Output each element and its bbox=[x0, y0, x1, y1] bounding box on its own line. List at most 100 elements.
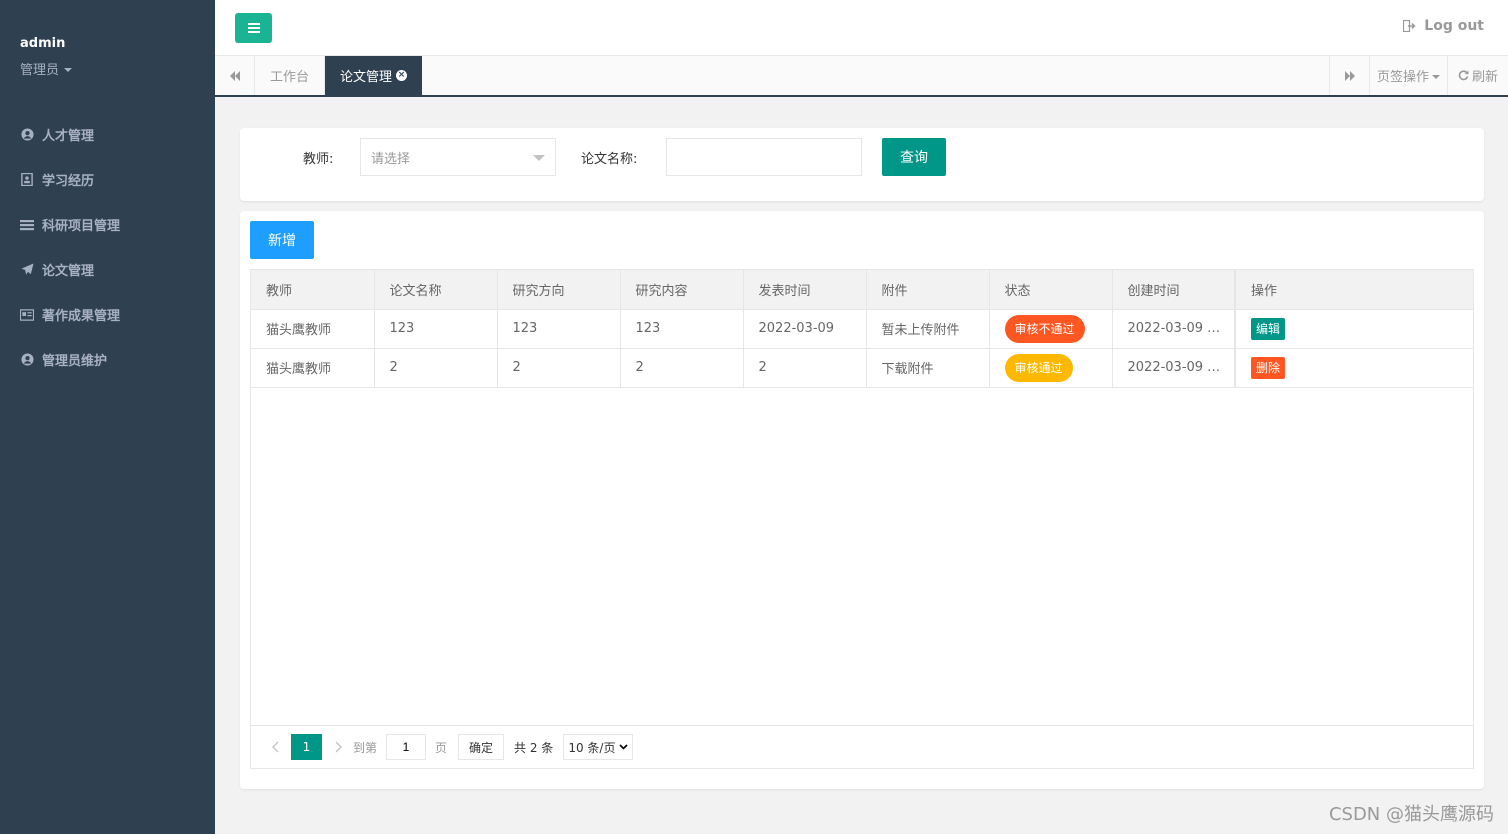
tab-label: 论文管理 bbox=[339, 70, 392, 85]
menu-toggle-button[interactable] bbox=[235, 13, 272, 43]
column-header[interactable]: 状态 bbox=[989, 270, 1113, 310]
book-card-icon bbox=[20, 308, 34, 322]
column-header[interactable]: 操作 bbox=[1234, 270, 1473, 310]
teacher-select-placeholder: 请选择 bbox=[371, 151, 411, 167]
edit-button[interactable]: 编辑 bbox=[1251, 317, 1286, 340]
tab-paper-management[interactable]: 论文管理 × bbox=[325, 56, 422, 95]
sidebar-item-papers[interactable]: 论文管理 bbox=[0, 247, 215, 292]
delete-button[interactable]: 删除 bbox=[1251, 356, 1286, 379]
watermark: CSDN @猫头鹰源码 bbox=[1328, 804, 1494, 825]
confirm-button[interactable]: 确定 bbox=[458, 734, 505, 760]
cell-attachment[interactable]: 下载附件 bbox=[866, 348, 990, 388]
data-table: 教师 论文名称 研究方向 研究内容 发表时间 附件 状态 创建时间 操作 猫头鹰… bbox=[250, 269, 1474, 769]
user-role-dropdown[interactable]: 管理员 bbox=[20, 59, 73, 78]
paper-plane-icon bbox=[20, 263, 34, 277]
user-circle-icon bbox=[20, 353, 34, 367]
table-panel: 新增 教师 论文名称 研究方向 研究内容 发表时间 附件 状态 创建时间 操作 bbox=[240, 211, 1484, 789]
close-icon[interactable]: × bbox=[396, 70, 407, 81]
sidebar-item-label: 论文管理 bbox=[42, 264, 95, 279]
id-card-icon bbox=[20, 173, 34, 187]
list-icon bbox=[20, 218, 34, 232]
user-circle-icon bbox=[20, 128, 34, 142]
table-row: 猫头鹰教师 2 2 2 2 下载附件 审核通过 2022-03-09 … 删除 bbox=[251, 348, 1473, 388]
tab-scroll-right-button[interactable] bbox=[1329, 56, 1369, 95]
column-header[interactable]: 教师 bbox=[251, 270, 375, 310]
page-unit-label: 页 bbox=[435, 740, 448, 755]
tab-label: 工作台 bbox=[269, 70, 309, 85]
page-size-select[interactable]: 10 条/页 bbox=[563, 734, 634, 760]
sidebar-menu: 人才管理 学习经历 科研项目管理 论文管理 著作成果管理 管理员维护 bbox=[0, 112, 215, 382]
sidebar-item-label: 著作成果管理 bbox=[42, 309, 121, 324]
column-header[interactable]: 论文名称 bbox=[374, 270, 498, 310]
user-role: 管理员 bbox=[20, 63, 60, 78]
tab-workbench[interactable]: 工作台 bbox=[255, 56, 325, 95]
teacher-select[interactable]: 请选择 bbox=[360, 138, 556, 176]
cell-teacher: 猫头鹰教师 bbox=[251, 309, 375, 349]
paper-name-input[interactable] bbox=[666, 138, 862, 176]
refresh-label: 刷新 bbox=[1471, 70, 1498, 85]
sidebar-item-label: 学习经历 bbox=[42, 174, 95, 189]
chevron-down-icon bbox=[533, 155, 545, 161]
cell-published: 2022-03-09 bbox=[743, 309, 867, 349]
goto-label: 到第 bbox=[353, 740, 378, 755]
double-chevron-right-icon bbox=[1344, 70, 1355, 81]
search-panel: 教师: 请选择 论文名称: 查询 bbox=[240, 128, 1484, 201]
chevron-right-icon bbox=[335, 741, 342, 753]
refresh-icon bbox=[1458, 70, 1469, 81]
column-header[interactable]: 创建时间 bbox=[1112, 270, 1236, 310]
total-count: 共 2 条 bbox=[514, 740, 554, 755]
cell-status: 审核通过 bbox=[989, 348, 1113, 388]
cell-title: 2 bbox=[374, 348, 498, 388]
paper-name-label: 论文名称: bbox=[581, 152, 638, 167]
sidebar-item-study[interactable]: 学习经历 bbox=[0, 157, 215, 202]
cell-title: 123 bbox=[374, 309, 498, 349]
cell-created: 2022-03-09 … bbox=[1112, 309, 1236, 349]
caret-down-icon bbox=[1432, 74, 1440, 79]
query-button[interactable]: 查询 bbox=[882, 138, 946, 176]
sidebar-item-admin[interactable]: 管理员维护 bbox=[0, 337, 215, 382]
column-header[interactable]: 附件 bbox=[866, 270, 990, 310]
cell-action: 删除 bbox=[1234, 348, 1473, 388]
logout-button[interactable]: Log out bbox=[1403, 18, 1484, 34]
caret-down-icon bbox=[64, 67, 73, 72]
sidebar-item-talent[interactable]: 人才管理 bbox=[0, 112, 215, 157]
user-profile: admin 管理员 bbox=[20, 36, 73, 78]
sidebar-item-label: 管理员维护 bbox=[42, 354, 108, 369]
cell-content: 123 bbox=[620, 309, 744, 349]
table-header-row: 教师 论文名称 研究方向 研究内容 发表时间 附件 状态 创建时间 操作 bbox=[251, 270, 1473, 310]
column-header[interactable]: 研究方向 bbox=[497, 270, 621, 310]
double-chevron-left-icon bbox=[229, 70, 240, 81]
cell-created: 2022-03-09 … bbox=[1112, 348, 1236, 388]
page-number-current[interactable]: 1 bbox=[291, 734, 322, 760]
chevron-down-icon bbox=[619, 744, 629, 750]
tab-operations-dropdown[interactable]: 页签操作 bbox=[1369, 56, 1447, 95]
next-page-button[interactable] bbox=[328, 734, 348, 760]
logout-label: Log out bbox=[1424, 18, 1484, 34]
sign-out-icon bbox=[1403, 20, 1416, 32]
refresh-button[interactable]: 刷新 bbox=[1447, 56, 1508, 95]
status-badge: 审核通过 bbox=[1004, 353, 1073, 382]
chevron-left-icon bbox=[271, 741, 278, 753]
add-button[interactable]: 新增 bbox=[250, 221, 314, 259]
sidebar-item-research[interactable]: 科研项目管理 bbox=[0, 202, 215, 247]
user-name: admin bbox=[20, 36, 66, 51]
prev-page-button[interactable] bbox=[265, 734, 285, 760]
sidebar-item-label: 科研项目管理 bbox=[42, 219, 121, 234]
cell-published: 2 bbox=[743, 348, 867, 388]
cell-teacher: 猫头鹰教师 bbox=[251, 348, 375, 388]
tab-scroll-left-button[interactable] bbox=[215, 56, 255, 95]
hamburger-icon bbox=[247, 23, 260, 33]
sidebar-item-works[interactable]: 著作成果管理 bbox=[0, 292, 215, 337]
tab-operations-label: 页签操作 bbox=[1376, 70, 1429, 85]
goto-page-input[interactable] bbox=[386, 734, 427, 760]
status-badge: 审核不通过 bbox=[1004, 314, 1085, 343]
column-header[interactable]: 研究内容 bbox=[620, 270, 744, 310]
cell-attachment: 暂未上传附件 bbox=[866, 309, 990, 349]
table-row: 猫头鹰教师 123 123 123 2022-03-09 暂未上传附件 审核不通… bbox=[251, 309, 1473, 349]
cell-action: 编辑 bbox=[1234, 309, 1473, 349]
teacher-label: 教师: bbox=[303, 152, 334, 167]
tabs-bar: 工作台 论文管理 × 页签操作 刷新 bbox=[215, 56, 1508, 97]
page-size-value: 10 条/页 bbox=[568, 740, 616, 755]
column-header[interactable]: 发表时间 bbox=[743, 270, 867, 310]
pagination: 1 到第 页 确定 共 2 条 10 条/页 bbox=[250, 725, 1474, 769]
